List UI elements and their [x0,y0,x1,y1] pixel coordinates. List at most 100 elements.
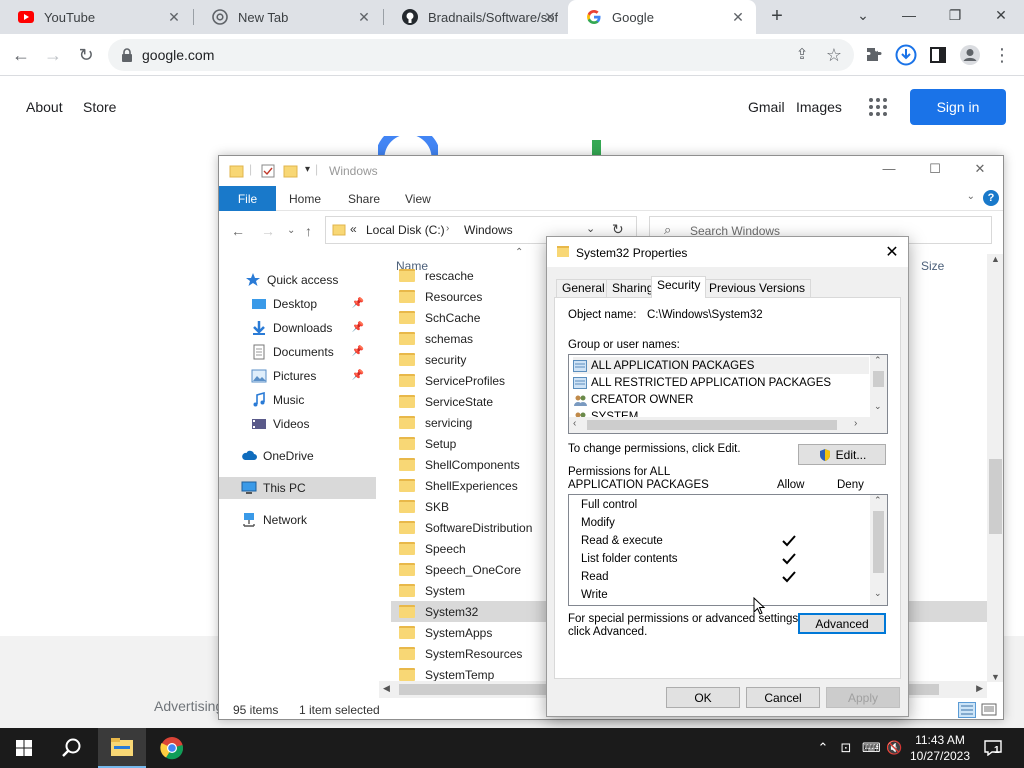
group-row[interactable]: ALL RESTRICTED APPLICATION PACKAGES [573,374,831,391]
forward-icon[interactable]: → [41,43,65,67]
tab-new-tab[interactable]: New Tab ✕ [194,0,382,34]
pin-icon[interactable]: 📌 [352,346,364,357]
help-icon[interactable]: ? [983,190,999,206]
scroll-up-icon[interactable]: ▲ [991,254,1000,264]
new-tab-button[interactable]: + [766,5,788,27]
tab-close-icon[interactable]: ✕ [542,9,558,25]
permissions-list[interactable]: Full control Modify Read & execute List fol… [568,494,888,606]
scroll-right-icon[interactable]: › [854,418,857,429]
action-center-icon[interactable]: 1 [984,740,1002,757]
scroll-down-icon[interactable]: ⌄ [874,588,882,599]
reload-icon[interactable]: ↻ [74,43,98,67]
group-row-selected[interactable]: ALL APPLICATION PACKAGES [573,357,869,374]
group-user-list[interactable]: ALL APPLICATION PACKAGES ALL RESTRICTED … [568,354,888,434]
apply-button[interactable]: Apply [826,687,900,708]
tab-general[interactable]: General [556,279,611,297]
side-panel-icon[interactable] [926,43,950,67]
tab-close-icon[interactable]: ✕ [356,9,372,25]
volume-muted-icon[interactable]: 🔇 [886,740,902,756]
breadcrumb-folder[interactable]: Windows [464,223,513,237]
nav-videos[interactable]: Videos [219,413,376,435]
advanced-button[interactable]: Advanced [798,613,886,634]
scroll-up-icon[interactable]: ⌃ [874,355,882,366]
back-icon[interactable]: ← [9,43,33,67]
tab-close-icon[interactable]: ✕ [730,9,746,25]
scroll-left-icon[interactable]: ‹ [573,418,576,429]
recent-locations-icon[interactable]: ⌄ [287,225,295,236]
nav-downloads[interactable]: Downloads 📌 [219,317,376,339]
scrollbar-thumb[interactable] [587,420,837,430]
ribbon-file-tab[interactable]: File [219,186,276,211]
dialog-close-icon[interactable]: ✕ [884,242,900,262]
properties-check-icon[interactable] [261,164,275,178]
nav-onedrive[interactable]: OneDrive [219,445,376,467]
breadcrumb-chevron-icon[interactable]: › [446,223,449,234]
list-vertical-scrollbar[interactable]: ⌃ ⌄ [870,355,887,418]
network-status-icon[interactable]: ⊡ [838,740,854,756]
address-bar[interactable]: google.com [108,39,854,71]
group-row[interactable]: CREATOR OWNER [573,391,693,408]
scroll-down-icon[interactable]: ⌄ [874,401,882,412]
cancel-button[interactable]: Cancel [746,687,820,708]
permissions-scrollbar[interactable]: ⌃ ⌄ [870,495,887,605]
store-link[interactable]: Store [83,99,116,115]
scroll-right-icon[interactable]: ▶ [976,683,983,694]
apps-grid-icon[interactable] [868,97,888,117]
maximize-icon[interactable]: ☐ [925,161,945,177]
nav-documents[interactable]: Documents 📌 [219,341,376,363]
tab-google[interactable]: Google ✕ [568,0,756,34]
tab-security[interactable]: Security [651,276,707,298]
close-icon[interactable]: ✕ [970,161,990,177]
nav-this-pc[interactable]: This PC [219,477,376,499]
advertising-link[interactable]: Advertising [154,698,223,714]
taskbar-file-explorer[interactable] [98,728,146,768]
details-view-icon[interactable] [958,702,976,718]
nav-desktop[interactable]: Desktop 📌 [219,293,376,315]
restore-icon[interactable]: ❐ [932,0,978,34]
ok-button[interactable]: OK [666,687,740,708]
up-icon[interactable]: ↑ [305,223,312,239]
system-clock[interactable]: 11:43 AM 10/27/2023 [905,732,975,764]
ribbon-view-tab[interactable]: View [405,192,431,206]
nav-network[interactable]: Network [219,509,376,531]
minimize-icon[interactable]: — [879,161,899,176]
forward-icon[interactable]: → [261,223,275,239]
scrollbar-thumb[interactable] [873,511,884,573]
start-button[interactable] [0,728,48,768]
tab-close-icon[interactable]: ✕ [166,9,182,25]
scrollbar-thumb[interactable] [989,459,1002,534]
nav-pictures[interactable]: Pictures 📌 [219,365,376,387]
close-icon[interactable]: ✕ [978,0,1024,34]
scroll-left-icon[interactable]: ◀ [383,683,390,694]
taskbar-chrome[interactable] [148,728,196,768]
profile-avatar-icon[interactable] [958,43,982,67]
menu-kebab-icon[interactable]: ⋮ [990,43,1014,67]
back-icon[interactable]: ← [231,223,245,239]
new-folder-icon[interactable] [283,163,299,179]
tab-github[interactable]: Bradnails/Software/sof ✕ [384,0,568,34]
show-hidden-icons-icon[interactable]: ⌃ [815,740,831,756]
large-icons-view-icon[interactable] [981,702,997,718]
bookmark-star-icon[interactable]: ☆ [822,43,846,67]
sign-in-button[interactable]: Sign in [910,89,1006,125]
tab-search-icon[interactable]: ⌄ [840,0,886,34]
images-link[interactable]: Images [796,99,842,115]
ethernet-icon[interactable]: ⌨ [862,740,881,756]
extensions-icon[interactable] [862,43,886,67]
list-horizontal-scrollbar[interactable]: ‹ › [569,417,887,433]
scroll-up-icon[interactable]: ⌃ [874,495,882,506]
nav-quick-access[interactable]: Quick access [219,269,376,291]
taskbar-search-button[interactable] [48,728,96,768]
scroll-down-icon[interactable]: ▼ [991,672,1000,682]
ribbon-home-tab[interactable]: Home [289,192,321,206]
breadcrumb-overflow-icon[interactable]: « [350,222,357,236]
breadcrumb-root[interactable]: Local Disk (C:) [366,223,445,237]
tab-previous-versions[interactable]: Previous Versions [703,279,812,297]
about-link[interactable]: About [26,99,63,115]
quick-access-dropdown-icon[interactable]: ▾ [305,164,310,175]
scrollbar-thumb[interactable] [873,371,884,387]
tab-youtube[interactable]: YouTube ✕ [0,0,192,34]
gmail-link[interactable]: Gmail [748,99,785,115]
nav-music[interactable]: Music [219,389,376,411]
download-icon[interactable] [894,43,918,67]
